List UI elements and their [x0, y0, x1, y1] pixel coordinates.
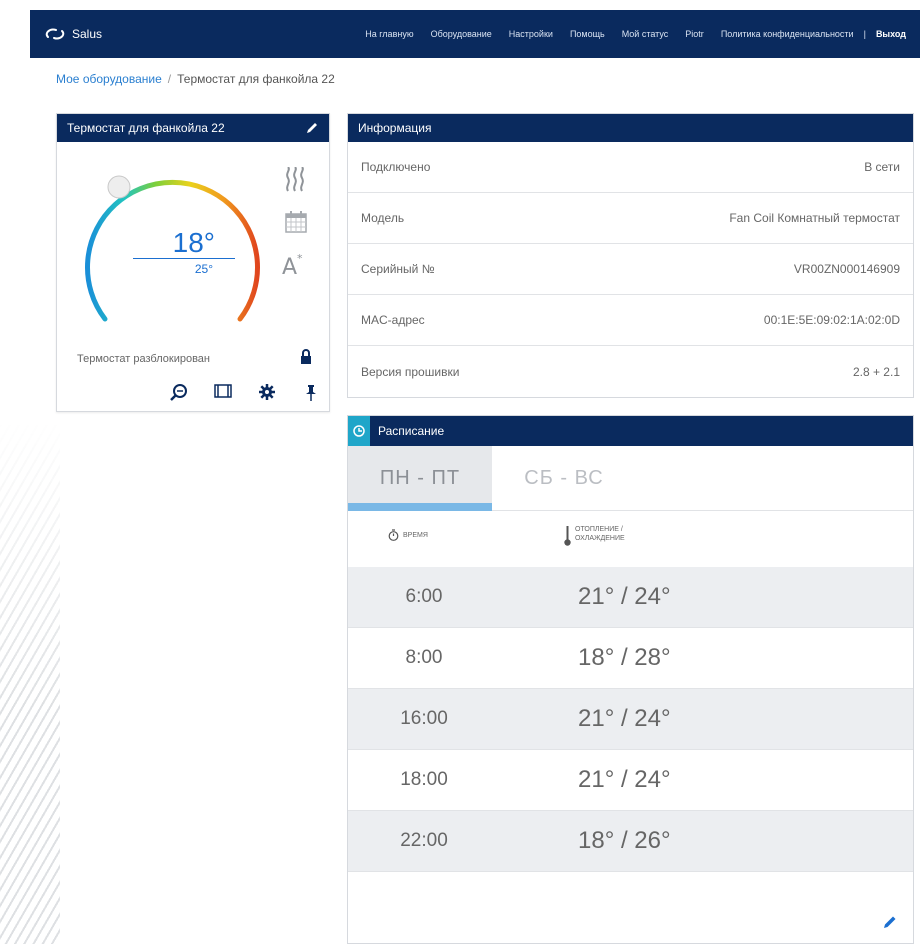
thermostat-card: Термостат для фанкойла 22 18° 25° A * Те…: [56, 113, 330, 412]
dial-handle[interactable]: [107, 175, 131, 199]
schedule-setpoints: 21° / 24°: [578, 583, 671, 610]
brand-name: Salus: [72, 27, 103, 41]
auto-mode-button[interactable]: A *: [281, 243, 311, 285]
current-temperature: 18°: [133, 228, 235, 259]
history-button[interactable]: [157, 384, 201, 402]
calendar-icon: [285, 211, 307, 233]
film-icon: [214, 384, 232, 398]
info-value: VR00ZN000146909: [793, 262, 900, 276]
temperature-column-label-1: ОТОПЛЕНИЕ /: [575, 526, 623, 533]
information-card: Информация Подключено В сети Модель Fan …: [347, 113, 914, 398]
temperature-column-label-2: ОХЛАЖДЕНИЕ: [575, 535, 625, 542]
background-artwork: [0, 420, 60, 944]
schedule-title: Расписание: [378, 424, 445, 438]
information-title: Информация: [358, 121, 432, 135]
schedule-column-header: ВРЕМЯ ОТОПЛЕНИЕ / ОХЛАЖДЕНИЕ: [348, 511, 913, 567]
info-row-serial: Серийный № VR00ZN000146909: [348, 244, 913, 295]
info-label: Модель: [361, 211, 405, 225]
lock-status-text: Термостат разблокирован: [77, 353, 211, 365]
schedule-row[interactable]: 18:00 21° / 24°: [348, 750, 913, 811]
svg-text:*: *: [297, 252, 303, 265]
schedule-card: Расписание ПН - ПТ СБ - ВС ВРЕМЯ ОТОПЛЕН…: [347, 415, 914, 944]
edit-name-icon[interactable]: [305, 121, 319, 135]
thermometer-icon: [564, 526, 571, 546]
info-label: Версия прошивки: [361, 364, 460, 379]
schedule-setpoints: 18° / 28°: [578, 644, 671, 671]
info-row-firmware: Версия прошивки 2.8 + 2.1: [348, 346, 913, 397]
magnifier-icon: [170, 384, 187, 401]
nav-equipment-link[interactable]: Оборудование: [431, 29, 492, 39]
nav-status-link[interactable]: Мой статус: [622, 29, 669, 39]
gear-icon: [259, 384, 275, 400]
pin-button[interactable]: [289, 384, 333, 402]
info-row-model: Модель Fan Coil Комнатный термостат: [348, 193, 913, 244]
nav-home-link[interactable]: На главную: [365, 29, 413, 39]
settings-button[interactable]: [245, 384, 289, 402]
schedule-row[interactable]: 22:00 18° / 26°: [348, 811, 913, 872]
top-navigation: Salus На главную Оборудование Настройки …: [30, 10, 920, 58]
display-button[interactable]: [201, 384, 245, 402]
logout-link[interactable]: Выход: [876, 29, 906, 39]
stopwatch-icon: [388, 529, 399, 541]
info-value: 00:1E:5E:09:02:1A:02:0D: [763, 313, 900, 327]
setpoint-temperature: 25°: [194, 262, 213, 276]
info-value: В сети: [864, 160, 900, 174]
schedule-setpoints: 18° / 26°: [578, 827, 671, 854]
clock-icon: [348, 416, 370, 446]
schedule-time: 6:00: [405, 586, 443, 607]
info-label: MAC-адрес: [361, 313, 425, 327]
unlock-icon[interactable]: [300, 349, 312, 365]
schedule-row[interactable]: 6:00 21° / 24°: [348, 567, 913, 628]
schedule-row[interactable]: 8:00 18° / 28°: [348, 628, 913, 689]
tab-weekend[interactable]: СБ - ВС: [492, 446, 636, 511]
schedule-time: 18:00: [400, 769, 448, 790]
nav-privacy-link[interactable]: Политика конфиденциальности: [721, 29, 854, 39]
schedule-setpoints: 21° / 24°: [578, 766, 671, 793]
time-column-header: ВРЕМЯ: [388, 529, 428, 541]
schedule-row[interactable]: 16:00 21° / 24°: [348, 689, 913, 750]
schedule-time: 8:00: [405, 647, 443, 668]
info-value: Fan Coil Комнатный термостат: [729, 211, 900, 225]
schedule-mode-button[interactable]: [281, 201, 311, 243]
heating-mode-button[interactable]: [281, 159, 311, 201]
thermostat-title: Термостат для фанкойла 22: [67, 121, 225, 135]
salus-logo-icon: [45, 28, 65, 40]
nav-help-link[interactable]: Помощь: [570, 29, 605, 39]
nav-user-link[interactable]: Piotr: [685, 29, 704, 39]
breadcrumb-separator: /: [167, 72, 172, 86]
breadcrumb: Мое оборудование / Термостат для фанкойла …: [56, 72, 335, 86]
information-header: Информация: [348, 114, 913, 142]
schedule-time: 16:00: [400, 708, 448, 729]
schedule-time: 22:00: [400, 830, 448, 851]
tab-weekdays[interactable]: ПН - ПТ: [348, 446, 492, 511]
info-label: Подключено: [361, 160, 431, 174]
heat-waves-icon: [286, 167, 304, 192]
nav-settings-link[interactable]: Настройки: [509, 29, 553, 39]
info-value: 2.8 + 2.1: [852, 364, 900, 379]
edit-schedule-icon[interactable]: [882, 914, 898, 930]
nav-separator: |: [863, 29, 866, 39]
info-row-connected: Подключено В сети: [348, 142, 913, 193]
schedule-header: Расписание: [348, 416, 913, 446]
thermostat-card-header: Термостат для фанкойла 22: [57, 114, 329, 142]
auto-mode-icon: A *: [282, 252, 303, 277]
breadcrumb-root-link[interactable]: Мое оборудование: [56, 72, 162, 86]
pin-icon: [306, 385, 316, 401]
schedule-setpoints: 21° / 24°: [578, 705, 671, 732]
svg-text:A: A: [282, 255, 297, 277]
time-column-label: ВРЕМЯ: [403, 531, 428, 539]
info-label: Серийный №: [361, 262, 435, 276]
temperature-column-header: ОТОПЛЕНИЕ / ОХЛАЖДЕНИЕ: [564, 525, 625, 547]
brand-logo[interactable]: Salus: [44, 27, 102, 41]
breadcrumb-current: Термостат для фанкойла 22: [177, 72, 335, 86]
info-row-mac: MAC-адрес 00:1E:5E:09:02:1A:02:0D: [348, 295, 913, 346]
